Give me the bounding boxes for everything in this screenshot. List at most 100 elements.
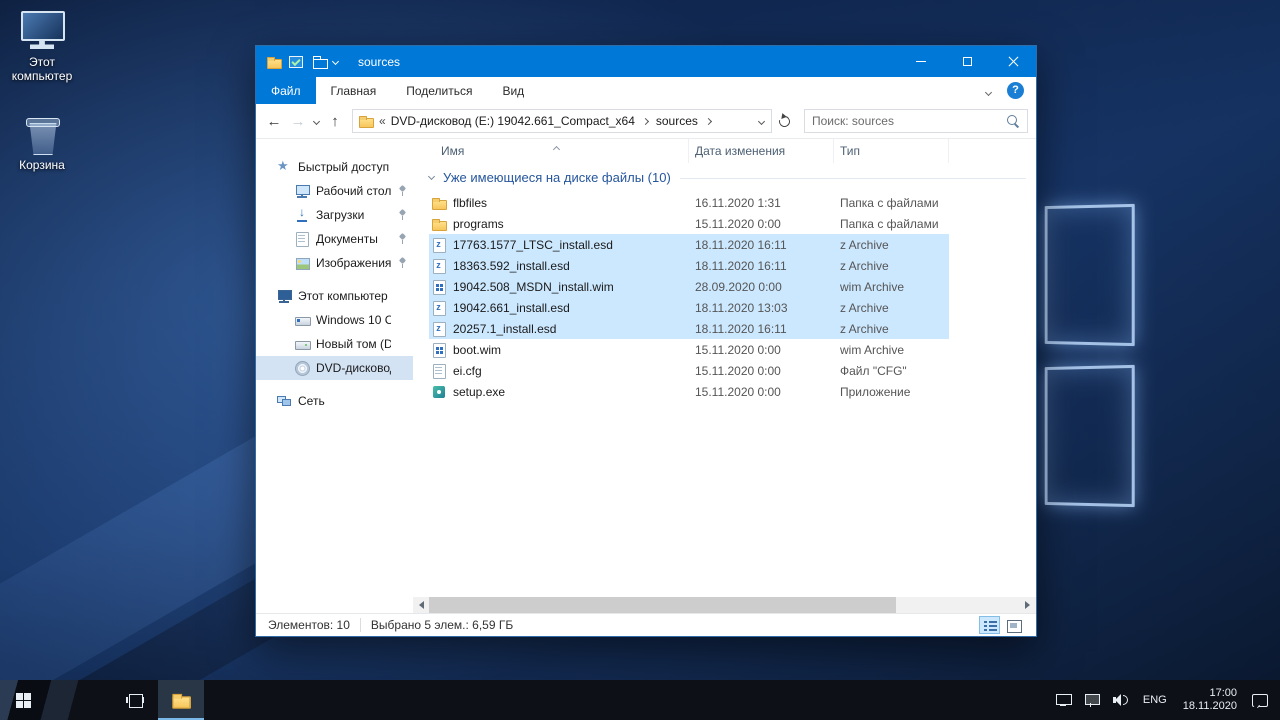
file-row[interactable]: 19042.508_MSDN_install.wim 28.09.2020 0:… xyxy=(429,276,949,297)
sidebar-item[interactable]: DVD-дисковод (E:) xyxy=(256,356,413,380)
file-date: 16.11.2020 1:31 xyxy=(695,195,781,210)
pin-icon xyxy=(397,184,409,198)
file-type: Папка с файлами xyxy=(840,216,939,231)
ribbon-tab[interactable]: Вид xyxy=(487,77,539,104)
file-row[interactable]: 19042.661_install.esd 18.11.2020 13:03 z… xyxy=(429,297,949,318)
back-button[interactable]: ← xyxy=(262,109,286,133)
forward-button[interactable]: → xyxy=(286,109,310,133)
recent-locations-chevron-icon[interactable] xyxy=(310,109,323,133)
close-button[interactable] xyxy=(990,46,1036,77)
group-label: Уже имеющиеся на диске файлы (10) xyxy=(443,170,671,185)
task-view-button[interactable] xyxy=(112,680,158,720)
qat-new-folder-icon[interactable] xyxy=(310,52,330,72)
file-icon xyxy=(431,216,447,232)
titlebar[interactable]: sources xyxy=(256,46,1036,77)
file-row[interactable]: 17763.1577_LTSC_install.esd 18.11.2020 1… xyxy=(429,234,949,255)
desktop-icons: Этот компьютер Корзина xyxy=(6,10,78,172)
sidebar-item[interactable]: Рабочий стол xyxy=(256,179,413,203)
scroll-left-arrow[interactable] xyxy=(413,597,429,613)
explorer-icon xyxy=(171,690,191,710)
desktop-icon[interactable]: Корзина xyxy=(6,113,78,172)
ribbon-tab[interactable]: Файл xyxy=(256,77,316,104)
minimize-button[interactable] xyxy=(898,46,944,77)
sidebar-item-icon xyxy=(294,231,310,247)
ribbon-tab[interactable]: Главная xyxy=(316,77,392,104)
breadcrumb: DVD-дисковод (E:) 19042.661_Compact_x64 … xyxy=(391,114,719,128)
sidebar-item[interactable]: Сеть xyxy=(256,389,413,413)
sidebar-item[interactable]: Windows 10 Compa xyxy=(256,308,413,332)
sidebar-item-icon xyxy=(294,312,311,328)
status-selection: Выбрано 5 элем.: 6,59 ГБ xyxy=(370,618,514,632)
sidebar-item[interactable]: Быстрый доступ xyxy=(256,155,413,179)
sidebar-item[interactable]: Этот компьютер xyxy=(256,284,413,308)
breadcrumb-overflow-button[interactable]: « xyxy=(379,114,386,128)
ribbon-expand-icon[interactable] xyxy=(984,84,993,98)
file-icon xyxy=(431,279,447,295)
qat-dropdown-icon[interactable] xyxy=(331,57,340,66)
tray-network-icon[interactable] xyxy=(1082,690,1102,710)
scrollbar-track[interactable] xyxy=(429,597,1020,613)
file-name: 19042.661_install.esd xyxy=(453,300,570,315)
sidebar-item[interactable]: Документы xyxy=(256,227,413,251)
column-header[interactable]: Дата изменения xyxy=(689,139,834,163)
ribbon-tab-label: Файл xyxy=(271,83,301,98)
column-header[interactable]: Имя xyxy=(429,139,689,163)
file-row[interactable]: programs 15.11.2020 0:00 Папка с файлами xyxy=(429,213,949,234)
qat-properties-icon[interactable] xyxy=(286,52,306,72)
breadcrumb-item[interactable]: DVD-дисковод (E:) 19042.661_Compact_x64 xyxy=(391,114,656,128)
group-collapse-icon[interactable] xyxy=(427,172,436,180)
file-row[interactable]: setup.exe 15.11.2020 0:00 Приложение xyxy=(429,381,949,402)
up-button[interactable]: ↑ xyxy=(323,109,347,133)
taskbar-clock[interactable]: 17:00 18.11.2020 xyxy=(1179,687,1241,713)
details-view-button[interactable] xyxy=(979,616,1000,634)
file-row[interactable]: ei.cfg 15.11.2020 0:00 Файл "CFG" xyxy=(429,360,949,381)
window-controls xyxy=(898,46,1036,77)
horizontal-scrollbar[interactable] xyxy=(413,597,1036,613)
file-name-cell: programs xyxy=(429,216,689,232)
thumbnails-view-button[interactable] xyxy=(1003,616,1024,634)
file-row[interactable]: 18363.592_install.esd 18.11.2020 16:11 z… xyxy=(429,255,949,276)
sidebar-item-icon xyxy=(276,288,292,304)
file-row[interactable]: flbfiles 16.11.2020 1:31 Папка с файлами xyxy=(429,192,949,213)
file-name-cell: 19042.508_MSDN_install.wim xyxy=(429,279,689,295)
start-button[interactable] xyxy=(0,680,46,720)
maximize-button[interactable] xyxy=(944,46,990,77)
tray-display-icon[interactable] xyxy=(1053,690,1073,710)
sidebar-item[interactable]: Новый том (D:) xyxy=(256,332,413,356)
address-bar[interactable]: « DVD-дисковод (E:) 19042.661_Compact_x6… xyxy=(352,109,772,133)
breadcrumb-chevron-icon[interactable] xyxy=(641,117,649,125)
column-header-label: Тип xyxy=(840,144,861,158)
file-row[interactable]: boot.wim 15.11.2020 0:00 wim Archive xyxy=(429,339,949,360)
column-sort-caret-icon[interactable] xyxy=(552,141,561,155)
ribbon-tab[interactable]: Поделиться xyxy=(391,77,487,104)
sidebar-item-label: Изображения xyxy=(316,256,391,270)
file-row[interactable]: 20257.1_install.esd 18.11.2020 16:11 z A… xyxy=(429,318,949,339)
column-header[interactable]: Тип xyxy=(834,139,949,163)
file-date: 15.11.2020 0:00 xyxy=(695,363,781,378)
help-button[interactable]: ? xyxy=(1007,82,1024,99)
search-icon[interactable] xyxy=(1007,114,1020,128)
clock-time: 17:00 xyxy=(1209,687,1237,699)
breadcrumb-item[interactable]: sources xyxy=(656,114,719,128)
address-dropdown-icon[interactable] xyxy=(757,117,766,125)
desktop-icon[interactable]: Этот компьютер xyxy=(6,10,78,83)
action-center-icon[interactable] xyxy=(1250,690,1270,710)
status-bar: Элементов: 10 Выбрано 5 элем.: 6,59 ГБ xyxy=(256,613,1036,636)
group-header[interactable]: Уже имеющиеся на диске файлы (10) xyxy=(427,163,1036,192)
sidebar-item-label: DVD-дисковод (E:) xyxy=(316,361,391,375)
desktop-icon-image xyxy=(18,113,66,155)
breadcrumb-chevron-icon[interactable] xyxy=(704,117,712,125)
file-date: 18.11.2020 16:11 xyxy=(695,321,787,336)
language-indicator[interactable]: ENG xyxy=(1140,694,1170,706)
scroll-right-arrow[interactable] xyxy=(1020,597,1036,613)
refresh-button[interactable] xyxy=(772,109,796,133)
sidebar-item[interactable]: Загрузки xyxy=(256,203,413,227)
search-box[interactable]: Поиск: sources xyxy=(804,109,1028,133)
sidebar-item[interactable]: Изображения xyxy=(256,251,413,275)
taskbar-explorer-button[interactable] xyxy=(158,680,204,720)
file-list: flbfiles 16.11.2020 1:31 Папка с файлами… xyxy=(413,192,1036,402)
scrollbar-thumb[interactable] xyxy=(429,597,896,613)
ribbon-tab-label: Главная xyxy=(330,83,377,98)
tray-volume-icon[interactable] xyxy=(1111,690,1131,710)
file-type: z Archive xyxy=(840,237,889,252)
